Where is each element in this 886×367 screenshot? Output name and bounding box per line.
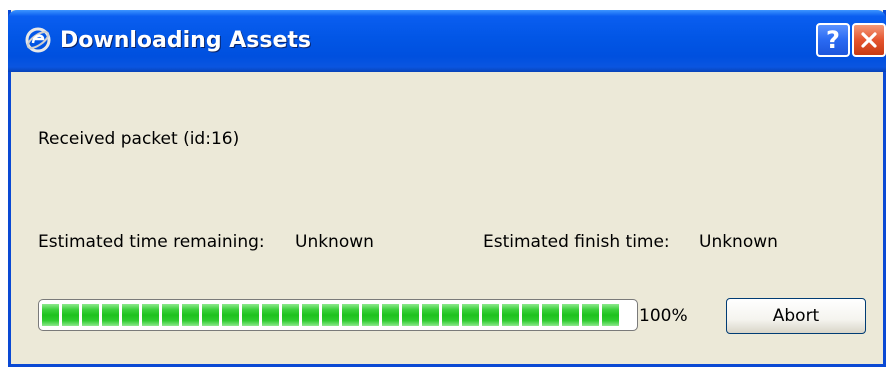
time-remaining-value: Unknown: [295, 232, 374, 252]
close-button[interactable]: [852, 23, 886, 57]
progress-segment: [422, 304, 439, 326]
progress-segment: [302, 304, 319, 326]
download-dialog: Downloading Assets ? Received packet (id…: [8, 10, 886, 367]
status-message: Received packet (id:16): [38, 129, 240, 149]
abort-button[interactable]: Abort: [726, 298, 866, 334]
finish-time-value: Unknown: [699, 232, 778, 252]
progress-segment: [262, 304, 279, 326]
progress-segment: [102, 304, 119, 326]
progress-segment: [502, 304, 519, 326]
progress-segment: [402, 304, 419, 326]
progress-segment: [442, 304, 459, 326]
progress-segment: [462, 304, 479, 326]
progress-fill: [42, 304, 634, 326]
progress-segment: [282, 304, 299, 326]
progress-segment: [382, 304, 399, 326]
time-remaining-label: Estimated time remaining:: [38, 232, 265, 252]
title-bar[interactable]: Downloading Assets ?: [8, 10, 886, 72]
progress-segment: [122, 304, 139, 326]
progress-segment: [162, 304, 179, 326]
progress-segment: [202, 304, 219, 326]
progress-segment: [142, 304, 159, 326]
progress-segment: [322, 304, 339, 326]
progress-segment: [362, 304, 379, 326]
progress-bar: [38, 299, 638, 331]
progress-segment: [522, 304, 539, 326]
window-title: Downloading Assets: [60, 28, 311, 53]
progress-segment: [62, 304, 79, 326]
close-icon: [861, 32, 877, 48]
app-logo-icon: [25, 27, 51, 53]
help-button[interactable]: ?: [816, 23, 850, 57]
progress-segment: [542, 304, 559, 326]
progress-segment: [42, 304, 59, 326]
progress-percent: 100%: [639, 306, 688, 326]
progress-segment: [182, 304, 199, 326]
finish-time-label: Estimated finish time:: [483, 232, 670, 252]
progress-segment: [342, 304, 359, 326]
progress-segment: [602, 304, 619, 326]
progress-segment: [562, 304, 579, 326]
progress-segment: [222, 304, 239, 326]
progress-segment: [482, 304, 499, 326]
help-label: ?: [826, 26, 840, 54]
progress-segment: [582, 304, 599, 326]
progress-segment: [242, 304, 259, 326]
progress-segment: [82, 304, 99, 326]
